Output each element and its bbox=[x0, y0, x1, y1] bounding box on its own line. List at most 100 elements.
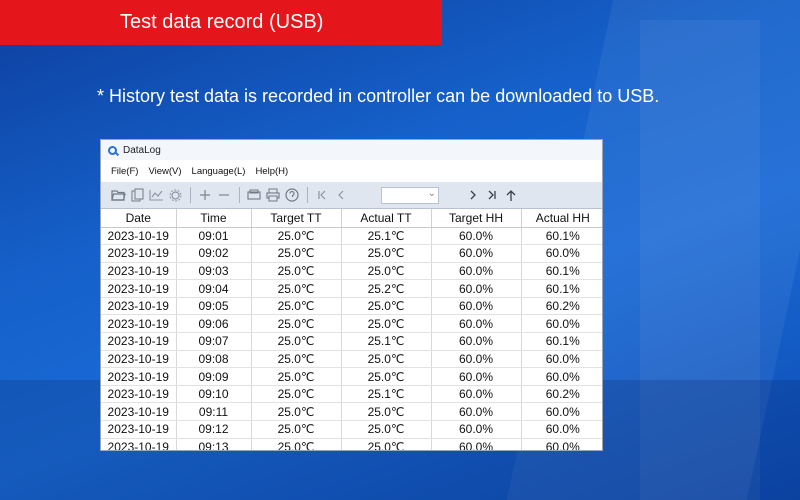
table-row[interactable]: 2023-10-19 09:08 25.0℃ 25.0℃ 60.0% 60.0% bbox=[101, 350, 602, 369]
target-tt-cell: 25.0℃ bbox=[251, 385, 342, 404]
date-cell: 2023-10-19 bbox=[101, 262, 177, 281]
menu-language[interactable]: Language(L) bbox=[192, 166, 246, 177]
record-select[interactable]: ⌄ bbox=[381, 186, 439, 204]
actual-tt-cell: 25.0℃ bbox=[341, 262, 432, 281]
remove-icon[interactable] bbox=[215, 186, 233, 204]
date-cell: 2023-10-19 bbox=[101, 350, 177, 369]
target-tt-cell: 25.0℃ bbox=[251, 350, 342, 369]
column-header-target-hh[interactable]: Target HH bbox=[431, 209, 522, 228]
date-cell: 2023-10-19 bbox=[101, 279, 177, 298]
target-tt-cell: 25.0℃ bbox=[251, 314, 342, 334]
chevron-down-icon: ⌄ bbox=[427, 187, 436, 199]
settings-icon[interactable] bbox=[166, 186, 184, 204]
actual-hh-cell: 60.0% bbox=[521, 402, 602, 422]
actual-hh-cell: 60.1% bbox=[521, 332, 602, 351]
open-folder-icon[interactable] bbox=[109, 186, 127, 204]
actual-tt-cell: 25.1℃ bbox=[341, 227, 432, 246]
target-hh-cell: 60.0% bbox=[431, 438, 522, 450]
target-tt-cell: 25.0℃ bbox=[251, 438, 342, 450]
actual-tt-cell: 25.0℃ bbox=[341, 244, 432, 263]
toolbar-separator bbox=[190, 187, 191, 203]
table-row[interactable]: 2023-10-19 09:01 25.0℃ 25.1℃ 60.0% 60.1% bbox=[101, 227, 602, 246]
target-hh-cell: 60.0% bbox=[431, 350, 522, 369]
add-icon[interactable] bbox=[196, 186, 214, 204]
data-table: Date Time Target TT Actual TT Target HH … bbox=[101, 209, 602, 450]
date-cell: 2023-10-19 bbox=[101, 332, 177, 351]
target-tt-cell: 25.0℃ bbox=[251, 244, 342, 263]
actual-tt-cell: 25.0℃ bbox=[341, 438, 432, 450]
target-hh-cell: 60.0% bbox=[431, 279, 522, 298]
time-cell: 09:01 bbox=[176, 227, 252, 246]
app-logo-icon bbox=[108, 145, 117, 155]
time-cell: 09:09 bbox=[176, 367, 252, 386]
actual-hh-cell: 60.0% bbox=[521, 420, 602, 439]
date-cell: 2023-10-19 bbox=[101, 420, 177, 439]
table-row[interactable]: 2023-10-19 09:09 25.0℃ 25.0℃ 60.0% 60.0% bbox=[101, 367, 602, 386]
actual-tt-cell: 25.1℃ bbox=[341, 332, 432, 351]
table-row[interactable]: 2023-10-19 09:06 25.0℃ 25.0℃ 60.0% 60.0% bbox=[101, 314, 602, 334]
up-icon[interactable] bbox=[502, 186, 520, 204]
target-tt-cell: 25.0℃ bbox=[251, 332, 342, 351]
column-header-date[interactable]: Date bbox=[101, 209, 177, 228]
chart-icon[interactable] bbox=[147, 186, 165, 204]
time-cell: 09:03 bbox=[176, 262, 252, 281]
time-cell: 09:13 bbox=[176, 438, 252, 450]
table-row[interactable]: 2023-10-19 09:11 25.0℃ 25.0℃ 60.0% 60.0% bbox=[101, 402, 602, 422]
target-hh-cell: 60.0% bbox=[431, 420, 522, 439]
table-row[interactable]: 2023-10-19 09:12 25.0℃ 25.0℃ 60.0% 60.0% bbox=[101, 420, 602, 439]
print-icon[interactable] bbox=[264, 186, 282, 204]
target-hh-cell: 60.0% bbox=[431, 227, 522, 246]
actual-tt-cell: 25.0℃ bbox=[341, 367, 432, 386]
table-row[interactable]: 2023-10-19 09:04 25.0℃ 25.2℃ 60.0% 60.1% bbox=[101, 279, 602, 298]
time-cell: 09:06 bbox=[176, 314, 252, 334]
column-header-target-tt[interactable]: Target TT bbox=[251, 209, 342, 228]
time-cell: 09:02 bbox=[176, 244, 252, 263]
target-hh-cell: 60.0% bbox=[431, 314, 522, 334]
date-cell: 2023-10-19 bbox=[101, 244, 177, 263]
table-row[interactable]: 2023-10-19 09:13 25.0℃ 25.0℃ 60.0% 60.0% bbox=[101, 438, 602, 450]
date-cell: 2023-10-19 bbox=[101, 385, 177, 404]
actual-hh-cell: 60.0% bbox=[521, 367, 602, 386]
export-icon[interactable] bbox=[245, 186, 263, 204]
actual-tt-cell: 25.0℃ bbox=[341, 420, 432, 439]
table-row[interactable]: 2023-10-19 09:02 25.0℃ 25.0℃ 60.0% 60.0% bbox=[101, 244, 602, 263]
info-icon[interactable] bbox=[283, 186, 301, 204]
next-icon[interactable] bbox=[464, 186, 482, 204]
menu-file[interactable]: File(F) bbox=[111, 166, 138, 177]
last-icon[interactable] bbox=[483, 186, 501, 204]
menu-help[interactable]: Help(H) bbox=[255, 166, 288, 177]
table-row[interactable]: 2023-10-19 09:05 25.0℃ 25.0℃ 60.0% 60.2% bbox=[101, 297, 602, 316]
actual-hh-cell: 60.0% bbox=[521, 314, 602, 334]
column-header-time[interactable]: Time bbox=[176, 209, 252, 228]
target-hh-cell: 60.0% bbox=[431, 244, 522, 263]
date-cell: 2023-10-19 bbox=[101, 227, 177, 246]
date-cell: 2023-10-19 bbox=[101, 438, 177, 450]
menu-view[interactable]: View(V) bbox=[148, 166, 181, 177]
time-cell: 09:11 bbox=[176, 402, 252, 422]
copy-icon[interactable] bbox=[128, 186, 146, 204]
target-tt-cell: 25.0℃ bbox=[251, 279, 342, 298]
date-cell: 2023-10-19 bbox=[101, 402, 177, 422]
table-row[interactable]: 2023-10-19 09:07 25.0℃ 25.1℃ 60.0% 60.1% bbox=[101, 332, 602, 351]
table-row[interactable]: 2023-10-19 09:10 25.0℃ 25.1℃ 60.0% 60.2% bbox=[101, 385, 602, 404]
target-tt-cell: 25.0℃ bbox=[251, 420, 342, 439]
target-hh-cell: 60.0% bbox=[431, 297, 522, 316]
description-note: * History test data is recorded in contr… bbox=[97, 86, 660, 106]
target-tt-cell: 25.0℃ bbox=[251, 262, 342, 281]
actual-tt-cell: 25.0℃ bbox=[341, 297, 432, 316]
first-icon[interactable] bbox=[313, 186, 331, 204]
toolbar: ⌄ bbox=[101, 182, 602, 209]
target-tt-cell: 25.0℃ bbox=[251, 367, 342, 386]
column-header-actual-tt[interactable]: Actual TT bbox=[341, 209, 432, 228]
time-cell: 09:10 bbox=[176, 385, 252, 404]
target-tt-cell: 25.0℃ bbox=[251, 402, 342, 422]
actual-tt-cell: 25.0℃ bbox=[341, 314, 432, 334]
actual-hh-cell: 60.1% bbox=[521, 262, 602, 281]
toolbar-separator bbox=[307, 187, 308, 203]
window-title: DataLog bbox=[123, 144, 161, 156]
table-row[interactable]: 2023-10-19 09:03 25.0℃ 25.0℃ 60.0% 60.1% bbox=[101, 262, 602, 281]
actual-hh-cell: 60.1% bbox=[521, 279, 602, 298]
toolbar-separator bbox=[239, 187, 240, 203]
prev-icon[interactable] bbox=[332, 186, 350, 204]
column-header-actual-hh[interactable]: Actual HH bbox=[521, 209, 602, 228]
